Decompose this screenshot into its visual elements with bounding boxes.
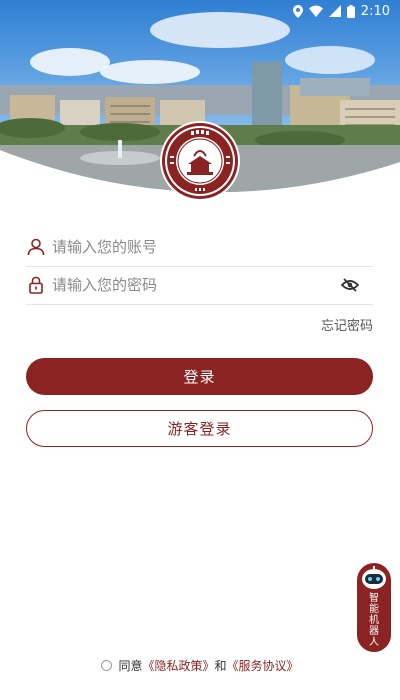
account-field[interactable] [26, 228, 373, 267]
login-button[interactable]: 登录 [26, 358, 373, 395]
robot-label: 智能机器人 [369, 593, 379, 648]
account-input[interactable] [52, 238, 373, 256]
agreement-row: 同意 《隐私政策》 和 《服务协议》 [0, 657, 400, 674]
password-field[interactable] [26, 266, 373, 305]
lock-icon [27, 276, 45, 294]
university-emblem [159, 120, 241, 202]
status-time: 2:10 [360, 3, 390, 19]
eye-off-icon[interactable] [339, 274, 361, 296]
forgot-password-link[interactable]: 忘记密码 [321, 315, 373, 334]
location-icon [292, 4, 303, 18]
service-agreement-link[interactable]: 《服务协议》 [227, 657, 299, 674]
smart-robot-button[interactable]: 智能机器人 [357, 563, 391, 652]
battery-icon [346, 4, 355, 18]
status-bar: 2:10 [0, 0, 400, 22]
guest-login-button[interactable]: 游客登录 [26, 410, 373, 447]
wifi-icon [308, 5, 323, 17]
signal-icon [328, 5, 341, 17]
privacy-policy-link[interactable]: 《隐私政策》 [142, 657, 214, 674]
robot-icon [360, 565, 388, 591]
password-input[interactable] [52, 276, 339, 294]
user-icon [27, 238, 45, 256]
agree-prefix: 同意 [118, 659, 143, 673]
agree-and: 和 [214, 659, 227, 673]
agree-radio[interactable] [101, 660, 113, 671]
